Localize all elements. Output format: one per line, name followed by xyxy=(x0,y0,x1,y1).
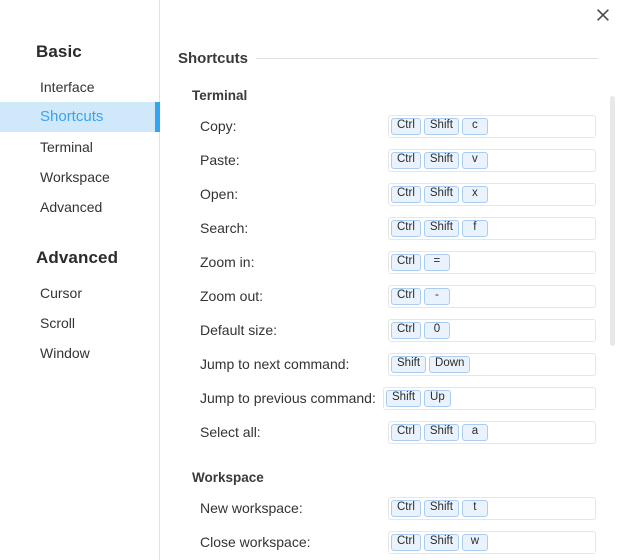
key-chip: w xyxy=(462,534,488,551)
sidebar-item-advanced[interactable]: Advanced xyxy=(0,192,159,222)
shortcut-row: Open:CtrlShiftx xyxy=(192,177,620,211)
shortcut-row: Close workspace:CtrlShiftw xyxy=(192,525,620,559)
shortcut-label: Select all: xyxy=(192,424,388,440)
key-chip: Ctrl xyxy=(391,254,421,271)
key-chip: Shift xyxy=(424,118,459,135)
shortcut-label: New workspace: xyxy=(192,500,388,516)
page-title-row: Shortcuts xyxy=(178,0,620,67)
shortcut-row: Jump to next command:ShiftDown xyxy=(192,347,620,381)
key-chip: Ctrl xyxy=(391,186,421,203)
key-chip: Shift xyxy=(424,424,459,441)
shortcut-row: Zoom out:Ctrl- xyxy=(192,279,620,313)
shortcut-row: Select all:CtrlShifta xyxy=(192,415,620,449)
shortcut-label: Search: xyxy=(192,220,388,236)
shortcut-input[interactable]: Ctrl0 xyxy=(388,319,596,342)
shortcut-input[interactable]: Ctrl- xyxy=(388,285,596,308)
shortcut-label: Jump to next command: xyxy=(192,356,388,372)
key-chip: = xyxy=(424,254,450,271)
shortcut-input[interactable]: ShiftDown xyxy=(388,353,596,376)
key-chip: Ctrl xyxy=(391,288,421,305)
sidebar-item-interface[interactable]: Interface xyxy=(0,72,159,102)
close-icon xyxy=(597,9,609,21)
key-chip: Ctrl xyxy=(391,534,421,551)
page-title: Shortcuts xyxy=(178,50,248,67)
key-chip: Shift xyxy=(424,186,459,203)
shortcut-label: Zoom in: xyxy=(192,254,388,270)
key-chip: Up xyxy=(424,390,451,407)
key-chip: Shift xyxy=(391,356,426,373)
sidebar-item-cursor[interactable]: Cursor xyxy=(0,278,159,308)
key-chip: Shift xyxy=(386,390,421,407)
key-chip: Shift xyxy=(424,500,459,517)
key-chip: t xyxy=(462,500,488,517)
shortcut-input[interactable]: CtrlShiftx xyxy=(388,183,596,206)
shortcut-input[interactable]: CtrlShiftv xyxy=(388,149,596,172)
sidebar: Basic InterfaceShortcutsTerminalWorkspace… xyxy=(0,0,160,560)
shortcut-label: Open: xyxy=(192,186,388,202)
key-chip: Ctrl xyxy=(391,152,421,169)
shortcut-row: Default size:Ctrl0 xyxy=(192,313,620,347)
settings-content: Shortcuts TerminalCopy:CtrlShiftcPaste:C… xyxy=(160,0,620,560)
sidebar-item-workspace[interactable]: Workspace xyxy=(0,162,159,192)
shortcut-row: Copy:CtrlShiftc xyxy=(192,109,620,143)
key-chip: Shift xyxy=(424,534,459,551)
scrollbar-thumb[interactable] xyxy=(610,96,615,346)
shortcut-label: Copy: xyxy=(192,118,388,134)
section-title-workspace: Workspace xyxy=(192,470,620,485)
sidebar-item-shortcuts[interactable]: Shortcuts xyxy=(0,102,159,132)
shortcut-input[interactable]: ShiftUp xyxy=(383,387,596,410)
shortcut-label: Zoom out: xyxy=(192,288,388,304)
key-chip: f xyxy=(462,220,488,237)
key-chip: Ctrl xyxy=(391,220,421,237)
key-chip: - xyxy=(424,288,450,305)
close-button[interactable] xyxy=(592,4,614,26)
key-chip: Ctrl xyxy=(391,118,421,135)
key-chip: x xyxy=(462,186,488,203)
sidebar-item-scroll[interactable]: Scroll xyxy=(0,308,159,338)
sidebar-item-terminal[interactable]: Terminal xyxy=(0,132,159,162)
shortcut-input[interactable]: CtrlShifta xyxy=(388,421,596,444)
key-chip: a xyxy=(462,424,488,441)
sidebar-group-title-advanced: Advanced xyxy=(0,248,159,268)
shortcut-row: Paste:CtrlShiftv xyxy=(192,143,620,177)
shortcut-label: Jump to previous command: xyxy=(192,390,383,406)
sidebar-item-window[interactable]: Window xyxy=(0,338,159,368)
key-chip: v xyxy=(462,152,488,169)
shortcut-input[interactable]: CtrlShiftf xyxy=(388,217,596,240)
shortcut-input[interactable]: Ctrl= xyxy=(388,251,596,274)
key-chip: Ctrl xyxy=(391,500,421,517)
shortcut-row-group: Copy:CtrlShiftcPaste:CtrlShiftvOpen:Ctrl… xyxy=(192,109,620,449)
shortcut-row-group: New workspace:CtrlShifttClose workspace:… xyxy=(192,491,620,560)
settings-window: BasicInterfaceShortcutsTerminalWorkspace… xyxy=(0,0,620,560)
key-chip: Down xyxy=(429,356,470,373)
title-divider xyxy=(256,58,598,59)
shortcut-row: Search:CtrlShiftf xyxy=(192,211,620,245)
sidebar-group-title-basic: Basic xyxy=(0,42,159,62)
shortcut-label: Paste: xyxy=(192,152,388,168)
key-chip: Shift xyxy=(424,220,459,237)
shortcut-label: Close workspace: xyxy=(192,534,388,550)
key-chip: 0 xyxy=(424,322,450,339)
shortcut-label: Default size: xyxy=(192,322,388,338)
shortcut-input[interactable]: CtrlShiftc xyxy=(388,115,596,138)
key-chip: Ctrl xyxy=(391,322,421,339)
shortcut-row: New workspace:CtrlShiftt xyxy=(192,491,620,525)
key-chip: Shift xyxy=(424,152,459,169)
shortcut-row: Jump to previous command:ShiftUp xyxy=(192,381,620,415)
shortcut-row: Zoom in:Ctrl= xyxy=(192,245,620,279)
shortcut-sections: TerminalCopy:CtrlShiftcPaste:CtrlShiftvO… xyxy=(178,88,620,560)
section-title-terminal: Terminal xyxy=(192,88,620,103)
key-chip: c xyxy=(462,118,488,135)
key-chip: Ctrl xyxy=(391,424,421,441)
shortcut-input[interactable]: CtrlShiftt xyxy=(388,497,596,520)
scrollbar-track[interactable] xyxy=(606,0,620,560)
shortcut-input[interactable]: CtrlShiftw xyxy=(388,531,596,554)
